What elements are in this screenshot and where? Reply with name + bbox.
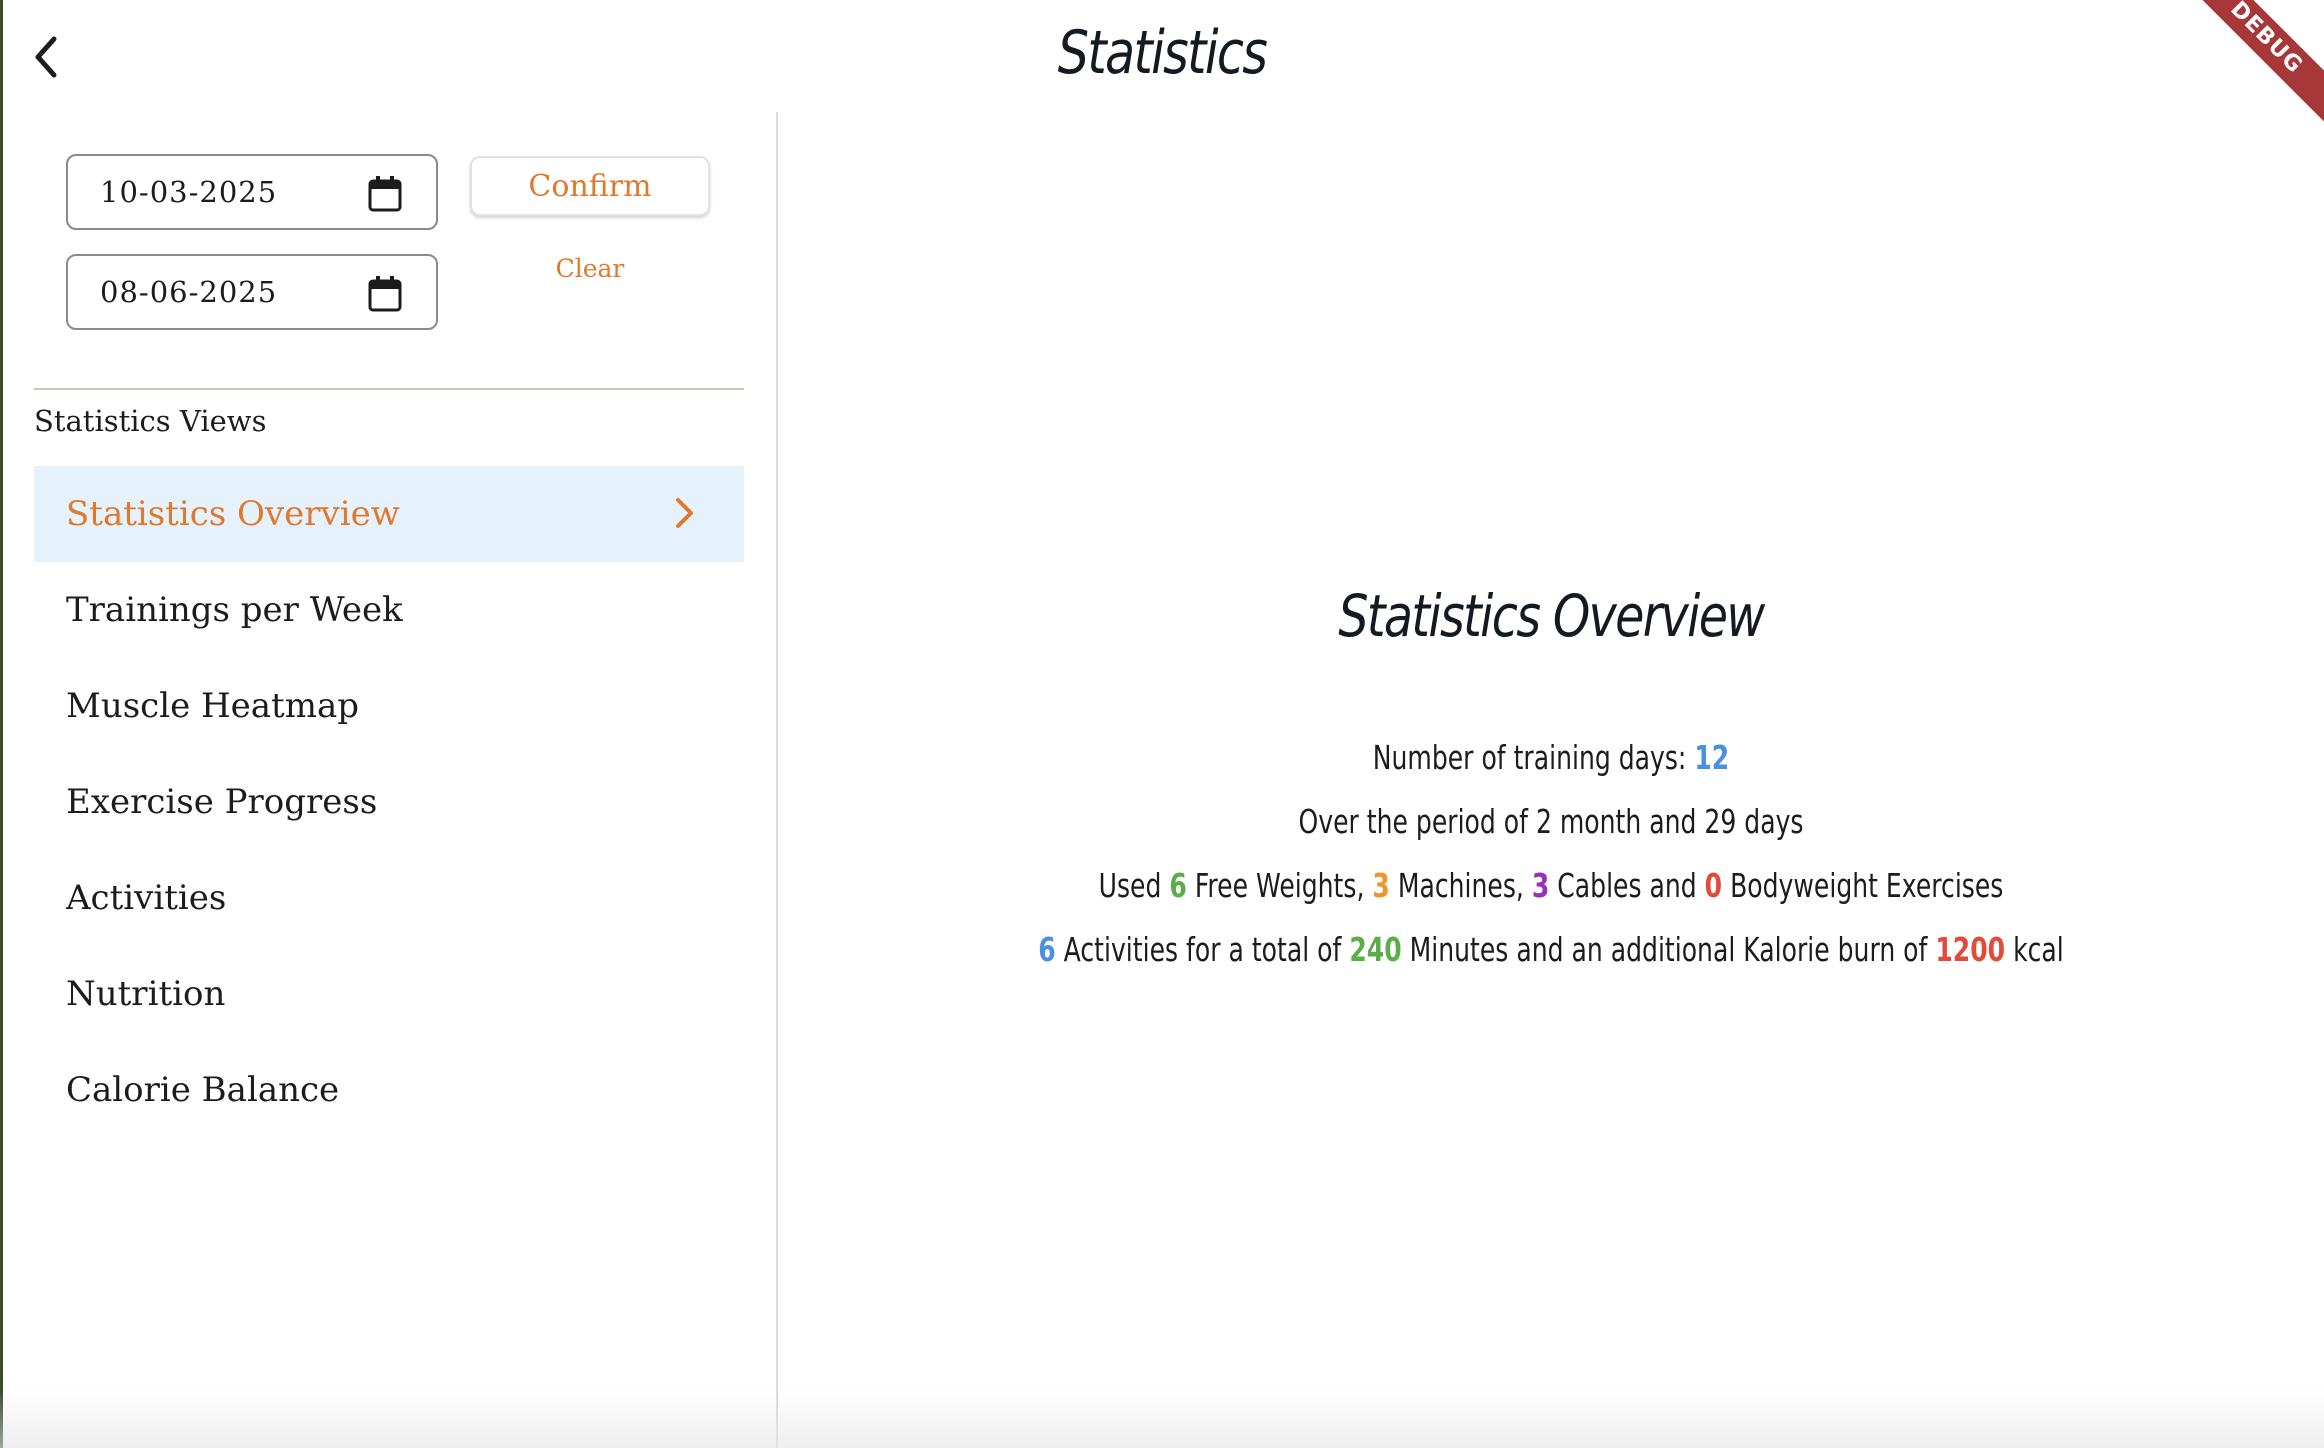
section-label: Statistics Views bbox=[34, 404, 267, 438]
activities-count: 6 bbox=[1038, 930, 1056, 969]
sidebar-item-muscle-heatmap[interactable]: Muscle Heatmap bbox=[34, 658, 744, 754]
activities-text: Activities for a total of bbox=[1055, 930, 1350, 969]
start-date-value: 10-03-2025 bbox=[100, 175, 278, 209]
overview-panel: Statistics Overview Number of training d… bbox=[778, 112, 2324, 1448]
sidebar-item-label: Exercise Progress bbox=[66, 782, 378, 822]
training-days-value: 12 bbox=[1694, 738, 1730, 777]
end-date-value: 08-06-2025 bbox=[100, 275, 278, 309]
kcal-value: 1200 bbox=[1935, 930, 2006, 969]
sidebar-item-activities[interactable]: Activities bbox=[34, 850, 744, 946]
sidebar-item-nutrition[interactable]: Nutrition bbox=[34, 946, 744, 1042]
clear-button[interactable]: Clear bbox=[470, 238, 710, 298]
sidebar: 10-03-2025 08-06-2025 Confirm Clear Stat… bbox=[0, 112, 778, 1448]
debug-banner: DEBUG bbox=[2175, 0, 2324, 129]
equipment-text: Machines, bbox=[1389, 866, 1532, 905]
back-button[interactable] bbox=[22, 22, 70, 92]
sidebar-item-label: Nutrition bbox=[66, 974, 226, 1014]
overview-title: Statistics Overview bbox=[1338, 582, 1765, 650]
equipment-text: Bodyweight Exercises bbox=[1722, 866, 2004, 905]
period-line: Over the period of 2 month and 29 days bbox=[1298, 802, 1804, 841]
calendar-icon[interactable] bbox=[368, 176, 402, 219]
equipment-line: Used 6 Free Weights, 3 Machines, 3 Cable… bbox=[872, 866, 2229, 905]
start-date-field[interactable]: 10-03-2025 bbox=[66, 154, 438, 230]
activities-line: 6 Activities for a total of 240 Minutes … bbox=[872, 930, 2229, 969]
sidebar-item-label: Statistics Overview bbox=[66, 494, 400, 534]
calendar-icon[interactable] bbox=[368, 276, 402, 319]
equipment-text: Cables and bbox=[1549, 866, 1705, 905]
free-weights-count: 6 bbox=[1169, 866, 1187, 905]
page-title: Statistics bbox=[1057, 18, 1268, 88]
confirm-button[interactable]: Confirm bbox=[470, 156, 710, 216]
cables-count: 3 bbox=[1531, 866, 1550, 905]
statistics-views-list: Statistics Overview Trainings per Week M… bbox=[34, 466, 744, 1138]
sidebar-item-statistics-overview[interactable]: Statistics Overview bbox=[34, 466, 744, 562]
minutes-value: 240 bbox=[1349, 930, 1402, 969]
chevron-left-icon bbox=[35, 36, 57, 78]
sidebar-item-trainings-per-week[interactable]: Trainings per Week bbox=[34, 562, 744, 658]
sidebar-item-exercise-progress[interactable]: Exercise Progress bbox=[34, 754, 744, 850]
activities-text: kcal bbox=[2005, 930, 2064, 969]
training-days-label: Number of training days: bbox=[1372, 738, 1695, 777]
activities-text: Minutes and an additional Kalorie burn o… bbox=[1401, 930, 1936, 969]
sidebar-item-label: Muscle Heatmap bbox=[66, 686, 359, 726]
bodyweight-count: 0 bbox=[1704, 866, 1723, 905]
equipment-text: Used bbox=[1098, 866, 1170, 905]
app-header: Statistics DEBUG bbox=[0, 0, 2324, 129]
training-days-line: Number of training days: 12 bbox=[872, 738, 2229, 777]
machines-count: 3 bbox=[1372, 866, 1390, 905]
chevron-right-icon bbox=[674, 496, 696, 539]
sidebar-item-calorie-balance[interactable]: Calorie Balance bbox=[34, 1042, 744, 1138]
sidebar-item-label: Calorie Balance bbox=[66, 1070, 340, 1110]
sidebar-item-label: Activities bbox=[66, 878, 227, 918]
sidebar-item-label: Trainings per Week bbox=[66, 590, 403, 630]
end-date-field[interactable]: 08-06-2025 bbox=[66, 254, 438, 330]
equipment-text: Free Weights, bbox=[1186, 866, 1373, 905]
sidebar-divider bbox=[34, 388, 744, 390]
